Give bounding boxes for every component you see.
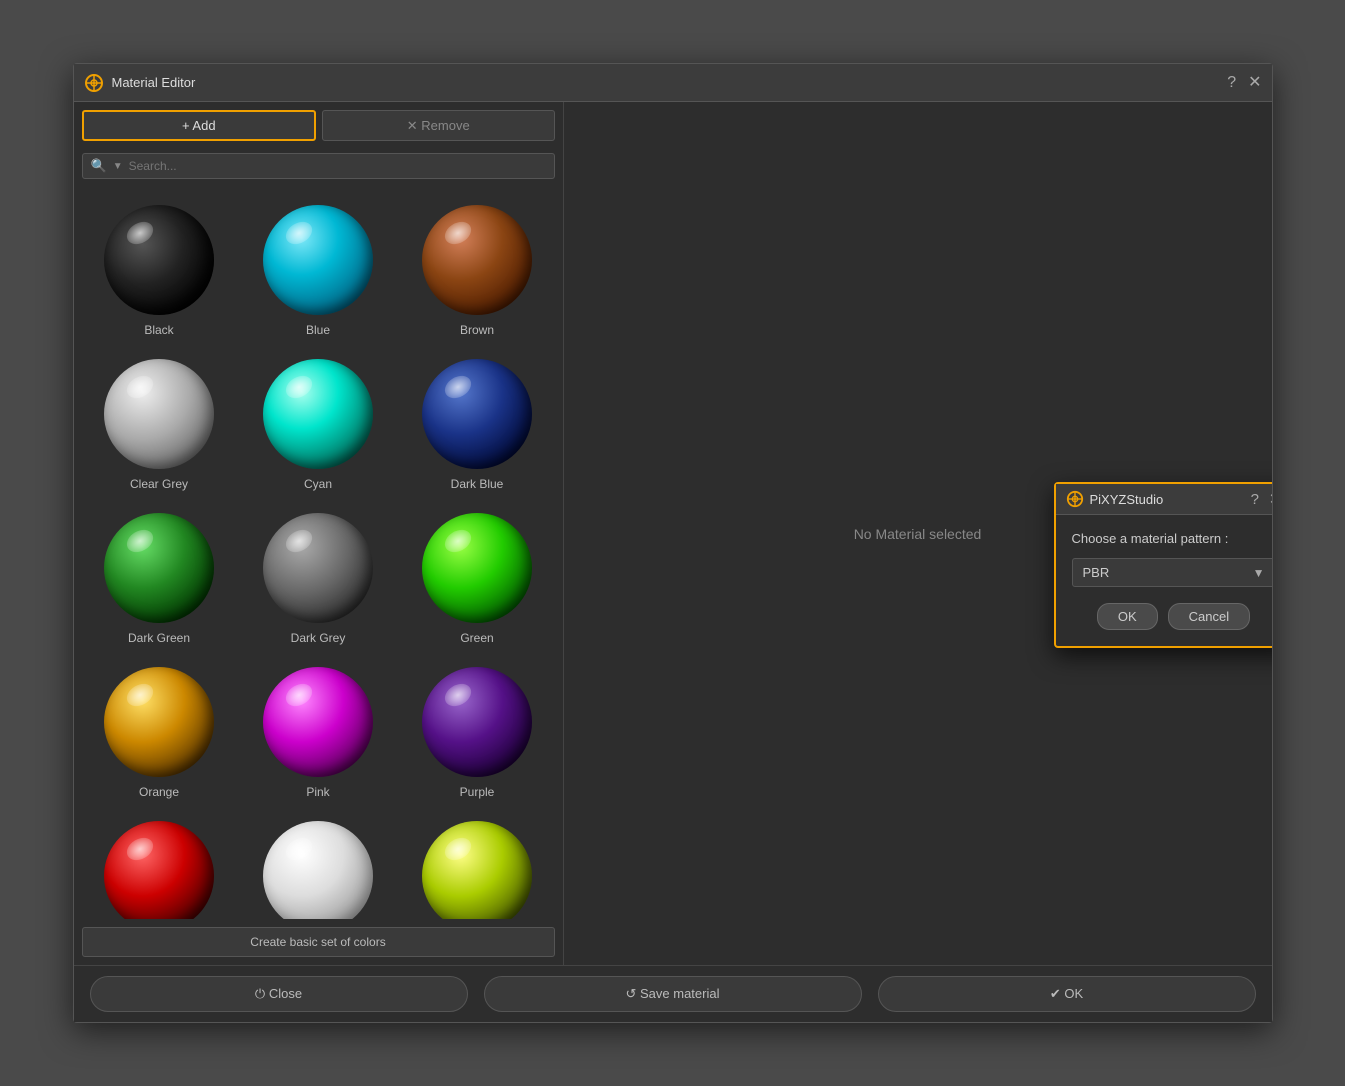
sphere-highlight-icon [123,679,157,710]
material-item-cyan[interactable]: Cyan [241,349,396,499]
material-label-brown: Brown [460,323,494,337]
material-sphere-red [104,821,214,919]
material-item-cleargrey[interactable]: Clear Grey [82,349,237,499]
material-sphere-darkblue [422,359,532,469]
material-sphere-purple [422,667,532,777]
sphere-highlight-icon [441,371,475,402]
dialog-prompt: Choose a material pattern : [1072,531,1272,546]
material-label-orange: Orange [139,785,179,799]
close-button-bottom[interactable]: ⏻ Close [90,976,468,1012]
dialog-actions: OK Cancel [1072,603,1272,630]
material-sphere-pink [263,667,373,777]
material-item-brown[interactable]: Brown [400,195,555,345]
material-sphere-black [104,205,214,315]
dialog-select[interactable]: PBR ▼ [1072,558,1272,587]
material-label-darkblue: Dark Blue [451,477,504,491]
material-label-green: Green [460,631,493,645]
help-button[interactable]: ? [1227,75,1236,91]
material-sphere-yellow [422,821,532,919]
dialog-title: PiXYZStudio [1090,492,1251,507]
dialog-select-value: PBR [1083,565,1253,580]
dialog: PiXYZStudio ? ✕ Choose a material patter… [1054,482,1272,648]
dialog-logo-icon [1066,490,1084,508]
left-panel-footer: Create basic set of colors [74,919,563,965]
material-label-darkgrey: Dark Grey [291,631,346,645]
material-sphere-darkgreen [104,513,214,623]
material-editor-window: Material Editor ? ✕ + Add ✕ Remove 🔍 ▼ [73,63,1273,1023]
material-label-darkgreen: Dark Green [128,631,190,645]
dropdown-arrow-icon: ▼ [113,161,123,172]
material-item-red[interactable]: Red [82,811,237,919]
title-bar: Material Editor ? ✕ [74,64,1272,102]
close-button[interactable]: ✕ [1248,75,1261,91]
material-item-white[interactable]: White [241,811,396,919]
search-input-wrap: 🔍 ▼ [82,153,555,179]
material-label-pink: Pink [306,785,329,799]
sphere-highlight-icon [282,371,316,402]
material-sphere-orange [104,667,214,777]
dialog-help-button[interactable]: ? [1251,490,1259,508]
sphere-highlight-icon [441,525,475,556]
remove-button[interactable]: ✕ Remove [322,110,555,141]
sphere-highlight-icon [282,833,316,864]
left-panel: + Add ✕ Remove 🔍 ▼ Black Blue Brown Clear G… [74,102,564,965]
bottom-bar: ⏻ Close ↺ Save material ✔ OK [74,965,1272,1022]
dialog-ok-button[interactable]: OK [1097,603,1158,630]
material-item-yellow[interactable]: Yellow [400,811,555,919]
dialog-select-arrow-icon: ▼ [1253,566,1265,580]
search-input[interactable] [129,159,546,173]
create-colors-button[interactable]: Create basic set of colors [82,927,555,957]
material-sphere-cyan [263,359,373,469]
material-label-cleargrey: Clear Grey [130,477,188,491]
ok-button-bottom[interactable]: ✔ OK [878,976,1256,1012]
toolbar: + Add ✕ Remove [74,102,563,149]
sphere-highlight-icon [123,371,157,402]
material-label-blue: Blue [306,323,330,337]
material-sphere-darkgrey [263,513,373,623]
dialog-controls: ? ✕ [1251,490,1272,508]
add-button[interactable]: + Add [82,110,317,141]
dialog-cancel-button[interactable]: Cancel [1168,603,1250,630]
material-sphere-blue [263,205,373,315]
material-sphere-cleargrey [104,359,214,469]
sphere-highlight-icon [123,217,157,248]
window-controls: ? ✕ [1227,75,1261,91]
main-content: + Add ✕ Remove 🔍 ▼ Black Blue Brown Clear G… [74,102,1272,965]
sphere-highlight-icon [441,833,475,864]
material-item-darkblue[interactable]: Dark Blue [400,349,555,499]
dialog-close-button[interactable]: ✕ [1269,490,1272,508]
sphere-highlight-icon [282,525,316,556]
save-material-button[interactable]: ↺ Save material [484,976,862,1012]
material-item-darkgreen[interactable]: Dark Green [82,503,237,653]
app-logo-icon [84,73,104,93]
sphere-highlight-icon [441,217,475,248]
right-panel: No Material selected PiXYZStudio ? ✕ [564,102,1272,965]
material-item-pink[interactable]: Pink [241,657,396,807]
search-icon: 🔍 [91,158,107,174]
window-title: Material Editor [112,75,1228,90]
material-item-blue[interactable]: Blue [241,195,396,345]
material-item-darkgrey[interactable]: Dark Grey [241,503,396,653]
search-bar: 🔍 ▼ [74,149,563,187]
material-sphere-brown [422,205,532,315]
sphere-highlight-icon [441,679,475,710]
sphere-highlight-icon [282,217,316,248]
material-sphere-green [422,513,532,623]
material-item-black[interactable]: Black [82,195,237,345]
material-label-black: Black [144,323,173,337]
dialog-title-bar: PiXYZStudio ? ✕ [1056,484,1272,515]
material-label-purple: Purple [460,785,495,799]
materials-grid: Black Blue Brown Clear Grey Cyan Dark Blue Dar… [74,187,563,919]
sphere-highlight-icon [282,679,316,710]
material-label-cyan: Cyan [304,477,332,491]
sphere-highlight-icon [123,525,157,556]
material-item-green[interactable]: Green [400,503,555,653]
dialog-body: Choose a material pattern : PBR ▼ OK Can… [1056,515,1272,646]
material-sphere-white [263,821,373,919]
material-item-orange[interactable]: Orange [82,657,237,807]
no-material-label: No Material selected [854,526,982,542]
sphere-highlight-icon [123,833,157,864]
material-item-purple[interactable]: Purple [400,657,555,807]
